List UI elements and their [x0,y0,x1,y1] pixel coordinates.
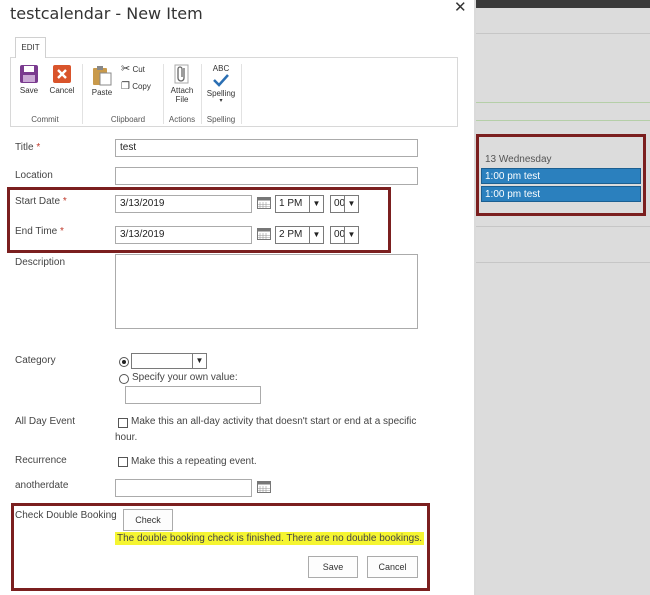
calendar-gridline [476,33,650,34]
start-hour-select[interactable]: 1 PM ▼ [275,195,324,213]
copy-icon: ❐ [121,81,130,92]
required-marker: * [62,196,67,207]
paste-ribbon-label: Paste [91,88,113,97]
category-select[interactable]: ▼ [131,353,207,369]
copy-ribbon-button[interactable]: ❐ Copy [121,81,161,92]
calendar-icon[interactable] [257,481,271,493]
end-hour-select[interactable]: 2 PM ▼ [275,226,324,244]
dialog-title: testcalendar - New Item [10,4,203,23]
attach-file-button[interactable]: Attach File [168,64,196,104]
copy-ribbon-label: Copy [132,82,151,91]
description-label: Description [15,257,66,268]
double-booking-message: The double booking check is finished. Th… [115,532,425,545]
start-date-input[interactable]: 3/13/2019 [115,195,252,213]
calendar-top-bar [476,0,650,8]
save-button[interactable]: Save [308,556,358,578]
spelling-label: Spelling [206,89,236,98]
calendar-icon[interactable] [257,228,271,240]
spelling-button[interactable]: ABC Spelling ▾ [205,64,237,104]
own-value-label: Specify your own value: [132,372,238,383]
abc-label: ABC [212,64,230,73]
calendar-event[interactable]: 1:00 pm test [481,186,641,202]
group-actions: Actions [168,115,196,124]
recurrence-checkbox[interactable] [118,457,128,467]
required-marker: * [60,226,64,237]
group-commit: Commit [31,115,59,124]
calendar-icon[interactable] [257,197,271,209]
group-spelling: Spelling [206,115,236,124]
category-label: Category [15,355,56,366]
category-choice-radio[interactable] [119,357,129,367]
title-input[interactable]: test [115,139,418,157]
ribbon: Save Cancel Commit Paste ✂ Cut ❐ Copy Cl… [10,57,458,127]
group-clipboard: Clipboard [110,115,146,124]
scissors-icon: ✂ [121,63,131,75]
calendar-gridline [476,226,650,227]
cancel-button[interactable]: Cancel [367,556,418,578]
all-day-checkbox[interactable] [118,418,128,428]
all-day-text-2: hour. [115,432,138,443]
calendar-day-header: 13 Wednesday [485,154,552,165]
new-item-dialog: testcalendar - New Item ✕ EDIT Save Canc… [0,0,474,595]
description-textarea[interactable] [115,254,418,329]
cancel-ribbon-label: Cancel [49,86,75,95]
location-label: Location [15,170,53,181]
end-date-input[interactable]: 3/13/2019 [115,226,252,244]
chevron-down-icon: ▼ [309,196,323,212]
own-value-input[interactable] [125,386,261,404]
ribbon-separator [201,64,202,124]
paste-ribbon-button[interactable]: Paste [89,64,115,97]
start-hour-value: 1 PM [279,198,303,209]
save-ribbon-label: Save [19,86,39,95]
save-icon [20,65,38,83]
title-label-text: Title [15,142,34,153]
cut-ribbon-label: Cut [132,65,145,74]
attach-label-2: File [175,95,189,104]
all-day-label: All Day Event [15,416,76,427]
double-booking-label: Check Double Booking [15,510,117,521]
required-marker: * [36,142,41,153]
chevron-down-icon: ▼ [344,227,358,243]
ribbon-separator [163,64,164,124]
start-minute-select[interactable]: 00 ▼ [330,195,359,213]
end-minute-select[interactable]: 00 ▼ [330,226,359,244]
anotherdate-label: anotherdate [15,480,69,491]
chevron-down-icon: ▼ [309,227,323,243]
ribbon-separator [241,64,242,124]
start-date-label: Start Date * [15,196,67,207]
dropdown-arrow-icon: ▾ [219,98,223,104]
calendar-background [476,0,650,595]
calendar-gridline [476,262,650,263]
check-button[interactable]: Check [123,509,173,531]
cancel-ribbon-button[interactable]: Cancel [49,64,75,95]
ribbon-separator [82,64,83,124]
attach-label-1: Attach [170,86,194,95]
spellcheck-icon [213,74,229,87]
tab-edit[interactable]: EDIT [15,37,46,58]
paperclip-icon [174,64,189,84]
calendar-event[interactable]: 1:00 pm test [481,168,641,184]
chevron-down-icon: ▼ [344,196,358,212]
close-icon[interactable]: ✕ [454,0,467,16]
location-input[interactable] [115,167,418,185]
category-own-value-radio[interactable] [119,374,129,384]
save-ribbon-button[interactable]: Save [17,64,41,95]
paste-icon [93,66,112,86]
recurrence-label: Recurrence [15,455,67,466]
end-time-label-text: End Time [15,226,58,237]
chevron-down-icon: ▼ [192,354,206,368]
all-day-text-1: Make this an all-day activity that doesn… [131,416,417,427]
cancel-icon [53,65,71,83]
anotherdate-input[interactable] [115,479,252,497]
cut-ribbon-button[interactable]: ✂ Cut [121,62,155,75]
calendar-gridline [476,102,650,103]
recurrence-text: Make this a repeating event. [131,456,257,467]
title-label: Title * [15,142,40,153]
start-date-label-text: Start Date [15,196,61,207]
calendar-highlight-box: 13 Wednesday 1:00 pm test 1:00 pm test [476,134,646,216]
end-time-label: End Time * [15,226,64,237]
calendar-gridline [476,120,650,121]
end-hour-value: 2 PM [279,229,303,240]
